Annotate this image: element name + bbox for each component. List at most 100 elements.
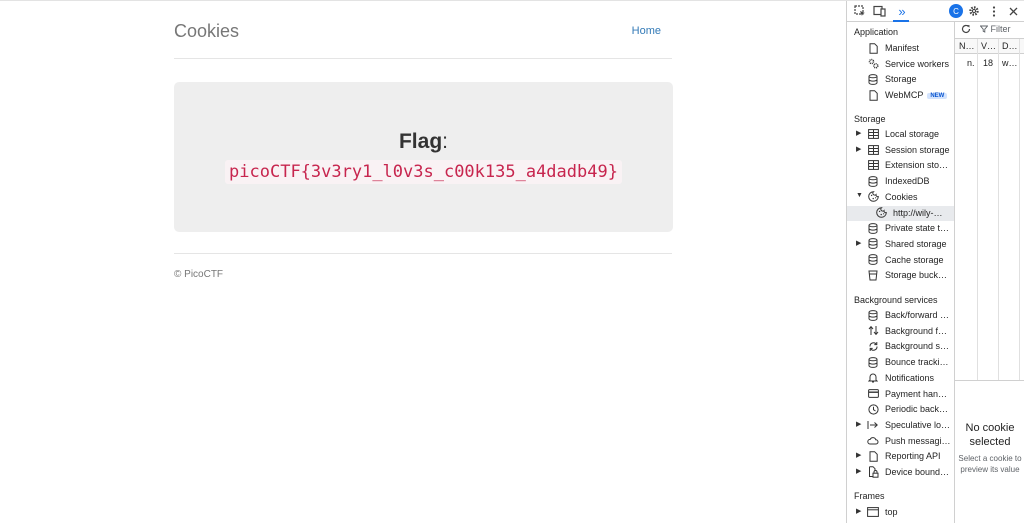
settings-gear-icon[interactable]	[967, 4, 981, 18]
devtools-panel: » C Application Storage Background servi…	[846, 1, 1024, 523]
cookie-row[interactable]: n. 18 w…	[955, 56, 1024, 70]
sidebar-item-label: http://wily-…	[893, 208, 951, 218]
section-storage: Storage	[854, 114, 886, 124]
sidebar-item-text: Payment han…	[885, 388, 948, 399]
sidebar-item-periodic-back[interactable]: Periodic back…	[847, 402, 954, 417]
cookies-table-header: N… V… D…	[955, 39, 1024, 54]
sidebar-item-speculative-lo[interactable]: ▶ Speculative lo…	[847, 418, 954, 433]
filter-input[interactable]: Filter	[979, 24, 1011, 34]
devtools-toolbar: » C	[847, 1, 1024, 22]
expand-arrow-icon[interactable]: ▶	[856, 420, 864, 428]
sidebar-item-cookies[interactable]: ▼ Cookies	[847, 190, 954, 205]
sidebar-item-shared-storage[interactable]: ▶ Shared storage	[847, 237, 954, 252]
cookies-toolbar: Filter	[955, 22, 1024, 39]
sidebar-item-label: Session storage	[885, 145, 951, 155]
site-brand: Cookies	[174, 21, 240, 41]
sidebar-item-storage-buck[interactable]: Storage buck…	[847, 268, 954, 283]
file-icon	[867, 450, 879, 462]
card-icon	[867, 388, 879, 400]
web-page: Cookies Home Flag: picoCTF{3v3ry1_l0v3s_…	[0, 1, 846, 523]
table-icon	[867, 128, 879, 140]
close-devtools-icon[interactable]	[1006, 4, 1020, 18]
cloud-icon	[867, 435, 879, 447]
sidebar-item-label: Cookies	[885, 192, 951, 202]
device-toggle-icon[interactable]	[872, 4, 886, 18]
sidebar-item-http-wily[interactable]: http://wily-…	[847, 205, 954, 221]
sidebar-item-service-workers[interactable]: Service workers	[847, 57, 954, 72]
filter-icon	[979, 25, 989, 33]
sidebar-item-label: Back/forward …	[885, 310, 951, 320]
sidebar-item-text: Reporting API	[885, 451, 941, 462]
column-name[interactable]: N…	[959, 41, 975, 51]
sidebar-item-text: Speculative lo…	[885, 419, 951, 430]
sidebar-item-private-state-t[interactable]: Private state t…	[847, 221, 954, 236]
expand-arrow-icon[interactable]: ▶	[856, 467, 864, 475]
expand-arrow-icon[interactable]: ▶	[856, 239, 864, 247]
flag-label: Flag	[398, 130, 443, 153]
more-tabs-icon[interactable]: »	[895, 4, 909, 19]
sidebar-item-label: Background s…	[885, 341, 951, 351]
sidebar-item-notifications[interactable]: Notifications	[847, 371, 954, 386]
inspect-element-icon[interactable]	[853, 4, 867, 18]
sidebar-item-manifest[interactable]: Manifest	[847, 41, 954, 56]
cookie-icon	[867, 191, 879, 203]
sidebar-item-reporting-api[interactable]: ▶ Reporting API	[847, 449, 954, 464]
gears-icon	[867, 58, 879, 70]
refresh-icon[interactable]	[961, 24, 971, 37]
table-icon	[867, 159, 879, 171]
section-frames: Frames	[854, 491, 885, 501]
sidebar-item-text: Bounce tracki…	[885, 357, 949, 368]
sidebar-item-top[interactable]: ▶ top	[847, 505, 954, 520]
expand-arrow-icon[interactable]: ▶	[856, 145, 864, 153]
sidebar-item-webmcp[interactable]: WebMCP NEW	[847, 88, 954, 103]
sidebar-item-payment-han[interactable]: Payment han…	[847, 387, 954, 402]
sidebar-item-text: Storage buck…	[885, 270, 948, 281]
database-icon	[867, 238, 879, 250]
expand-arrow-icon[interactable]: ▶	[856, 129, 864, 137]
sidebar-item-label: Private state t…	[885, 223, 951, 233]
column-divider	[1019, 39, 1020, 381]
sidebar-item-local-storage[interactable]: ▶ Local storage	[847, 127, 954, 142]
database-icon	[867, 309, 879, 321]
sidebar-item-device-bound[interactable]: ▶ Device bound…	[847, 465, 954, 480]
sidebar-item-label: Background f…	[885, 326, 951, 336]
sidebar-item-background-s[interactable]: Background s…	[847, 339, 954, 354]
kebab-menu-icon[interactable]	[987, 4, 1001, 18]
column-domain[interactable]: D…	[1002, 41, 1018, 51]
sidebar-item-label: WebMCP NEW	[885, 90, 951, 100]
sidebar-item-label: Bounce tracki…	[885, 357, 951, 367]
database-icon	[867, 175, 879, 187]
flag-panel: Flag: picoCTF{3v3ry1_l0v3s_c00k135_a4dad…	[174, 82, 673, 232]
sidebar-item-text: Device bound…	[885, 467, 950, 477]
sidebar-item-label: Push messagi…	[885, 436, 951, 446]
sidebar-item-bounce-tracki[interactable]: Bounce tracki…	[847, 355, 954, 370]
sidebar-item-indexeddb[interactable]: IndexedDB	[847, 174, 954, 189]
select-cookie-hint: Select a cookie to preview its value	[958, 454, 1022, 474]
sidebar-item-text: Background f…	[885, 325, 948, 336]
sidebar-item-label: IndexedDB	[885, 176, 951, 186]
column-value[interactable]: V…	[981, 41, 996, 51]
sidebar-item-storage[interactable]: Storage	[847, 72, 954, 87]
sidebar-item-background-f[interactable]: Background f…	[847, 324, 954, 339]
sidebar-item-label: Local storage	[885, 129, 951, 139]
nav-home-link[interactable]: Home	[632, 25, 661, 37]
application-sidebar: Application Storage Background services …	[847, 22, 955, 523]
sidebar-item-text: http://wily-…	[893, 207, 943, 218]
sidebar-item-label: Extension stor…	[885, 160, 951, 170]
sidebar-item-text: Push messagi…	[885, 435, 951, 446]
sidebar-item-back-forward[interactable]: Back/forward …	[847, 308, 954, 323]
sidebar-item-push-messagi[interactable]: Push messagi…	[847, 434, 954, 449]
expand-arrow-icon[interactable]: ▶	[856, 507, 864, 515]
sidebar-item-extension-stor[interactable]: Extension stor…	[847, 158, 954, 173]
sidebar-item-session-storage[interactable]: ▶ Session storage	[847, 143, 954, 158]
expand-arrow-icon[interactable]: ▶	[856, 451, 864, 459]
expand-arrow-open-icon[interactable]: ▼	[856, 192, 864, 199]
ai-assistance-icon[interactable]: C	[949, 4, 963, 18]
sidebar-item-cache-storage[interactable]: Cache storage	[847, 253, 954, 268]
sidebar-item-text: Periodic back…	[885, 404, 949, 415]
cookies-view: Filter N… V… D… n. 18 w… No cookie selec…	[955, 22, 1024, 523]
sidebar-item-label: Periodic back…	[885, 404, 951, 414]
file-icon	[867, 42, 879, 54]
section-application: Application	[854, 27, 899, 37]
lock-icon	[867, 466, 879, 478]
